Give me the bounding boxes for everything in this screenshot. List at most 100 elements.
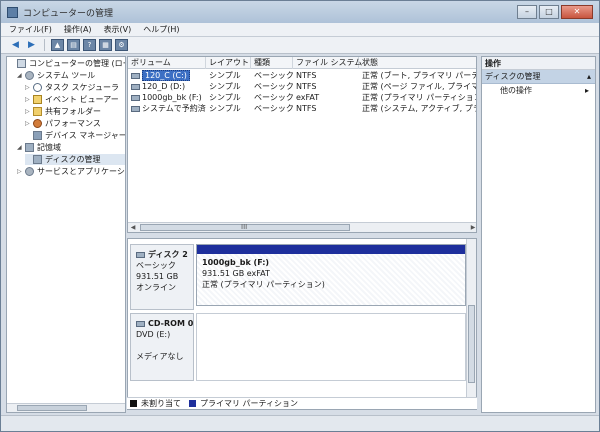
scrollbar-thumb[interactable] bbox=[468, 305, 475, 383]
storage-icon bbox=[25, 143, 34, 152]
column-header-file-system[interactable]: ファイル システム bbox=[293, 57, 362, 69]
expand-triangle-icon[interactable]: ▷ bbox=[25, 84, 33, 91]
scroll-left-arrow-icon[interactable]: ◀ bbox=[128, 223, 138, 232]
disk-name: CD-ROM 0 bbox=[148, 319, 194, 328]
volume-icon bbox=[131, 83, 140, 90]
legend-label: 未割り当て bbox=[141, 399, 181, 408]
close-button[interactable]: ✕ bbox=[561, 5, 593, 19]
primary-partition-bar bbox=[197, 245, 465, 254]
expand-triangle-icon[interactable]: ▷ bbox=[25, 96, 33, 103]
tree-item-label: パフォーマンス bbox=[45, 119, 101, 128]
computer-management-icon bbox=[7, 6, 18, 18]
partition-f[interactable]: 1000gb_bk (F:) 931.51 GB exFAT 正常 (プライマリ… bbox=[196, 244, 466, 306]
back-arrow-icon[interactable]: ◀ bbox=[9, 39, 22, 51]
volume-row[interactable]: 120_D (D:) シンプル ベーシック NTFS 正常 (ページ ファイル,… bbox=[128, 81, 476, 92]
scrollbar-thumb[interactable]: III bbox=[140, 223, 350, 231]
volume-file-system: exFAT bbox=[296, 93, 320, 102]
tree-item-computer-management[interactable]: コンピューターの管理 (ローカ bbox=[9, 58, 125, 69]
volume-status: 正常 (プライマリ パーティション) bbox=[362, 93, 477, 102]
up-folder-icon[interactable]: ▲ bbox=[51, 39, 64, 51]
collapse-triangle-icon[interactable]: ◢ bbox=[17, 72, 25, 79]
tree-item-label: 記憶域 bbox=[37, 143, 61, 152]
disk-view-vertical-scrollbar[interactable] bbox=[466, 239, 476, 409]
forward-arrow-icon[interactable]: ▶ bbox=[25, 39, 38, 51]
disk-status: メディアなし bbox=[136, 352, 184, 361]
actions-section-disk-management[interactable]: ディスクの管理 ▴ bbox=[482, 70, 595, 84]
disk-status: オンライン bbox=[136, 283, 176, 292]
column-header-type[interactable]: 種類 bbox=[251, 57, 293, 69]
tree-item-label: ディスクの管理 bbox=[45, 155, 101, 164]
action-label: 他の操作 bbox=[500, 86, 532, 95]
tree-item-label: 共有フォルダー bbox=[45, 107, 101, 116]
volume-list: ボリューム レイアウト 種類 ファイル システム 状態 120_C (C:) シ… bbox=[127, 56, 477, 233]
disk-size: 931.51 GB bbox=[136, 272, 179, 281]
window-title: コンピューターの管理 bbox=[23, 8, 114, 19]
minimize-button[interactable]: – bbox=[517, 5, 537, 19]
volume-file-system: NTFS bbox=[296, 104, 317, 113]
expand-triangle-icon[interactable]: ▷ bbox=[25, 108, 33, 115]
settings-icon[interactable]: ⚙ bbox=[115, 39, 128, 51]
volume-layout: シンプル bbox=[209, 93, 241, 102]
actions-pane: 操作 ディスクの管理 ▴ 他の操作 ▸ bbox=[481, 56, 596, 413]
volume-row[interactable]: 1000gb_bk (F:) シンプル ベーシック exFAT 正常 (プライマ… bbox=[128, 92, 477, 103]
status-bar bbox=[1, 415, 599, 431]
tree-item-event-viewer[interactable]: ▷ イベント ビューアー bbox=[25, 94, 119, 105]
submenu-arrow-icon: ▸ bbox=[584, 86, 589, 95]
legend-label: プライマリ パーティション bbox=[200, 399, 299, 408]
toolbar: ◀ ▶ ▲ ▤ ? ▦ ⚙ bbox=[1, 37, 599, 54]
tree-item-performance[interactable]: ▷ パフォーマンス bbox=[25, 118, 101, 129]
volume-name: 120_D (D:) bbox=[142, 82, 186, 91]
menu-view[interactable]: 表示(V) bbox=[104, 24, 132, 35]
cdrom-empty-area[interactable] bbox=[196, 313, 466, 381]
expand-triangle-icon[interactable]: ▷ bbox=[17, 168, 25, 175]
actions-section-label: ディスクの管理 bbox=[485, 72, 541, 81]
legend-swatch-unallocated bbox=[130, 400, 137, 407]
column-header-status[interactable]: 状態 bbox=[359, 57, 476, 69]
collapse-triangle-icon[interactable]: ◢ bbox=[17, 144, 25, 151]
disk-size bbox=[136, 340, 188, 351]
tree-item-storage[interactable]: ◢ 記憶域 bbox=[17, 142, 61, 153]
tree-item-system-tools[interactable]: ◢ システム ツール bbox=[17, 70, 95, 81]
scrollbar-thumb[interactable] bbox=[17, 405, 87, 411]
maximize-button[interactable]: □ bbox=[539, 5, 559, 19]
cdrom-icon bbox=[136, 320, 145, 327]
column-header-layout[interactable]: レイアウト bbox=[206, 57, 251, 69]
volume-row[interactable]: システムで予約済み シンプル ベーシック NTFS 正常 (システム, アクティ… bbox=[128, 103, 476, 114]
volume-list-horizontal-scrollbar[interactable]: ◀ III ▶ bbox=[128, 222, 476, 232]
volume-row[interactable]: 120_C (C:) シンプル ベーシック NTFS 正常 (ブート, プライマ… bbox=[128, 70, 476, 81]
expand-triangle-icon[interactable]: ▷ bbox=[25, 120, 33, 127]
scroll-right-arrow-icon[interactable]: ▶ bbox=[468, 223, 476, 232]
volume-icon bbox=[131, 72, 140, 79]
cdrom-0-info[interactable]: CD-ROM 0 DVD (E:) メディアなし bbox=[130, 313, 194, 381]
tree-item-services-and-applications[interactable]: ▷ サービスとアプリケーション bbox=[17, 166, 125, 177]
tree-item-task-scheduler[interactable]: ▷ タスク スケジューラ bbox=[25, 82, 119, 93]
tree-horizontal-scrollbar[interactable] bbox=[7, 403, 125, 412]
tree-item-shared-folders[interactable]: ▷ 共有フォルダー bbox=[25, 106, 101, 117]
tree-item-disk-management[interactable]: ディスクの管理 bbox=[25, 154, 125, 165]
disk-type: ベーシック bbox=[136, 261, 176, 270]
tree-item-device-manager[interactable]: デバイス マネージャー bbox=[25, 130, 126, 141]
show-hide-tree-icon[interactable]: ▦ bbox=[99, 39, 112, 51]
tree-item-label: デバイス マネージャー bbox=[45, 131, 126, 140]
volume-name: 1000gb_bk (F:) bbox=[142, 93, 202, 102]
help-icon[interactable]: ? bbox=[83, 39, 96, 51]
menu-file[interactable]: ファイル(F) bbox=[9, 24, 52, 35]
action-more-actions[interactable]: 他の操作 ▸ bbox=[482, 84, 595, 97]
column-header-volume[interactable]: ボリューム bbox=[128, 57, 206, 69]
properties-icon[interactable]: ▤ bbox=[67, 39, 80, 51]
collapse-arrow-icon[interactable]: ▴ bbox=[587, 70, 591, 83]
partition-size-filesystem: 931.51 GB exFAT bbox=[202, 269, 270, 278]
menu-help[interactable]: ヘルプ(H) bbox=[143, 24, 179, 35]
volume-status: 正常 (システム, アクティブ, プライマ bbox=[362, 104, 476, 113]
disk-2-info[interactable]: ディスク 2 ベーシック 931.51 GB オンライン bbox=[130, 244, 194, 310]
menu-action[interactable]: 操作(A) bbox=[64, 24, 92, 35]
volume-status: 正常 (ページ ファイル, プライマリ パ bbox=[362, 82, 476, 91]
menu-bar: ファイル(F) 操作(A) 表示(V) ヘルプ(H) bbox=[1, 23, 599, 37]
title-bar[interactable]: コンピューターの管理 – □ ✕ bbox=[1, 1, 599, 23]
disk-icon bbox=[33, 155, 42, 164]
tools-icon bbox=[25, 71, 34, 80]
volume-type: ベーシック bbox=[254, 71, 293, 80]
tree-item-label: システム ツール bbox=[37, 71, 96, 80]
tree-item-label: コンピューターの管理 (ローカ bbox=[29, 59, 125, 68]
disk-name: ディスク 2 bbox=[148, 250, 188, 259]
